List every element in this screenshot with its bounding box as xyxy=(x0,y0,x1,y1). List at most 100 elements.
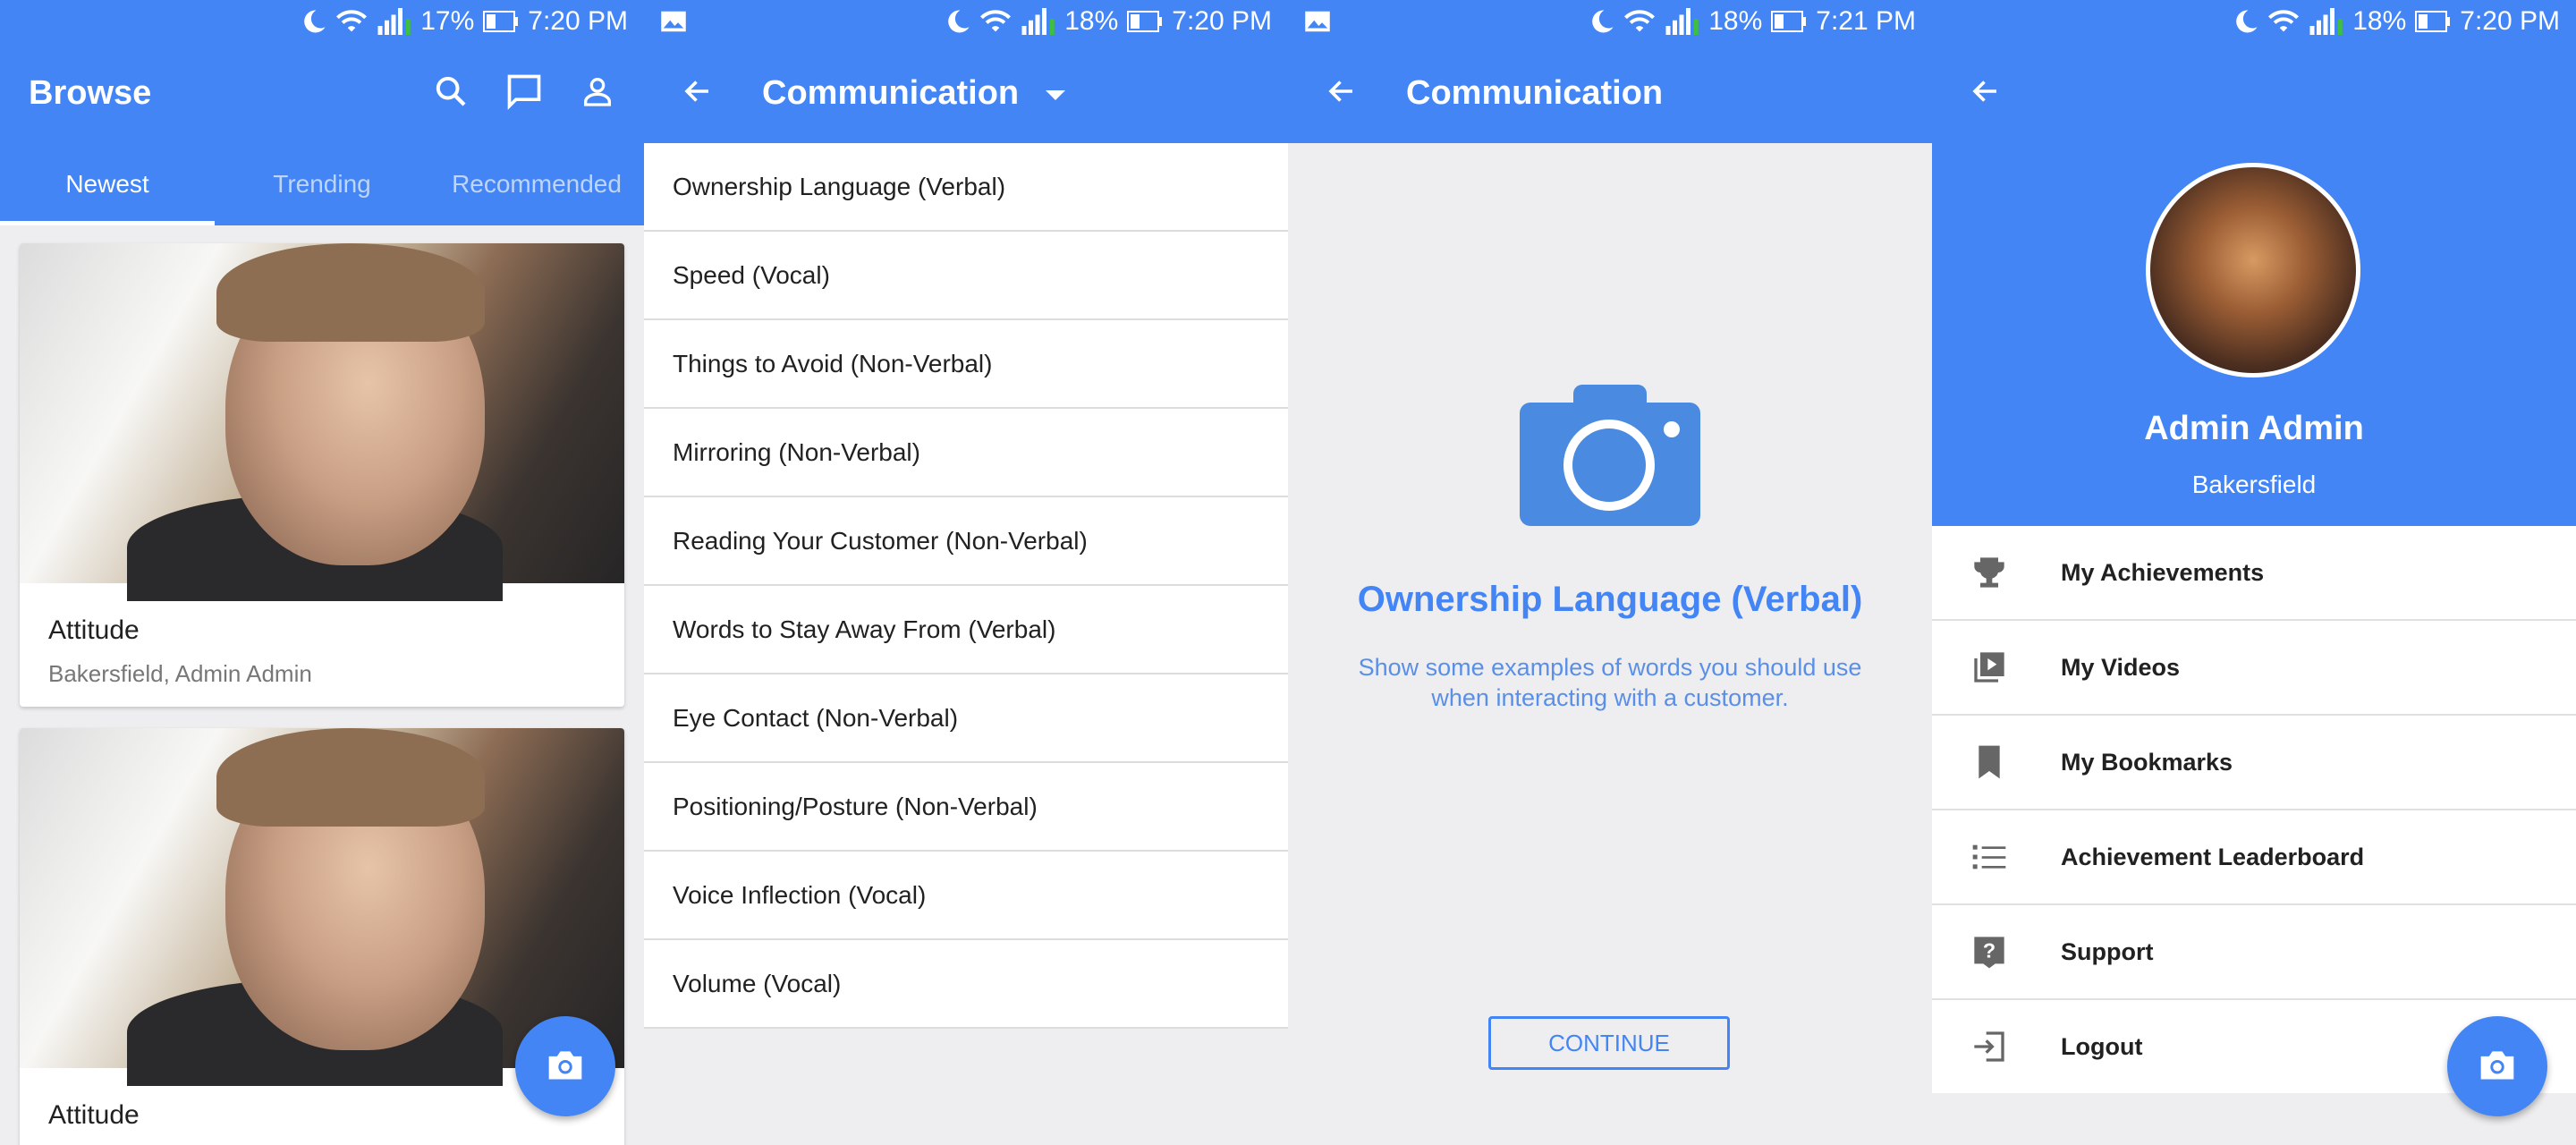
browse-screen: 17% 7:20 PM Browse Newest Trending Recom… xyxy=(0,0,644,1145)
bookmark-icon xyxy=(1962,744,2016,780)
list-item[interactable]: Volume (Vocal) xyxy=(644,940,1288,1029)
battery-percent: 17% xyxy=(420,6,475,36)
page-title[interactable]: Communication xyxy=(762,74,1019,113)
status-time: 7:20 PM xyxy=(2460,6,2560,36)
arrow-back-icon xyxy=(1970,75,2002,112)
battery-icon xyxy=(2415,9,2451,34)
list-item[interactable]: Ownership Language (Verbal) xyxy=(644,143,1288,232)
camera-fab-button[interactable] xyxy=(515,1016,615,1116)
communication-list-screen: 18% 7:20 PM Communication Ownership Lang… xyxy=(644,0,1288,1145)
battery-percent: 18% xyxy=(1064,6,1119,36)
moon-icon xyxy=(945,8,971,35)
battery-icon xyxy=(483,9,519,34)
chat-icon[interactable] xyxy=(504,72,544,115)
signal-icon xyxy=(1020,8,1055,35)
empty-state: Ownership Language (Verbal) Show some ex… xyxy=(1288,385,1932,713)
menu-item-achievements[interactable]: My Achievements xyxy=(1932,526,2576,621)
battery-icon xyxy=(1127,9,1163,34)
battery-percent: 18% xyxy=(1708,6,1763,36)
chevron-down-icon[interactable] xyxy=(1046,89,1066,100)
back-button[interactable] xyxy=(669,64,726,122)
list-item[interactable]: Eye Contact (Non-Verbal) xyxy=(644,674,1288,763)
list-item[interactable]: Voice Inflection (Vocal) xyxy=(644,852,1288,940)
status-time: 7:20 PM xyxy=(528,6,628,36)
card-subtitle: Bakersfield, Admin Admin xyxy=(48,660,312,687)
app-bar: Communication xyxy=(644,43,1288,143)
camera-icon xyxy=(1520,385,1700,526)
status-bar: 17% 7:20 PM xyxy=(0,0,644,43)
profile-name: Admin Admin xyxy=(2144,410,2364,447)
app-bar: Communication xyxy=(1288,43,1932,143)
trophy-icon xyxy=(1962,555,2016,590)
back-button[interactable] xyxy=(1957,64,2014,122)
signal-icon xyxy=(376,8,411,35)
wifi-icon xyxy=(1624,8,1656,35)
arrow-back-icon xyxy=(682,75,714,112)
profile-header: Admin Admin Bakersfield xyxy=(1932,43,2576,526)
battery-percent: 18% xyxy=(2352,6,2407,36)
list-item[interactable]: Words to Stay Away From (Verbal) xyxy=(644,586,1288,674)
person-icon[interactable] xyxy=(580,73,615,114)
status-time: 7:20 PM xyxy=(1172,6,1272,36)
continue-button[interactable]: CONTINUE xyxy=(1488,1016,1730,1070)
tab-trending[interactable]: Trending xyxy=(215,143,429,225)
app-bar: Browse xyxy=(0,43,644,143)
profile-screen: 18% 7:20 PM Admin Admin Bakersfield My A… xyxy=(1932,0,2576,1145)
page-title: Browse xyxy=(29,73,152,112)
video-card[interactable]: Attitude Bakersfield, Admin Admin xyxy=(20,243,624,707)
status-bar: 18% 7:20 PM xyxy=(644,0,1288,43)
list-item[interactable]: Positioning/Posture (Non-Verbal) xyxy=(644,763,1288,852)
wifi-icon xyxy=(980,8,1012,35)
video-library-icon xyxy=(1962,649,2016,685)
moon-icon xyxy=(1589,8,1615,35)
moon-icon xyxy=(301,8,327,35)
list-item[interactable]: Mirroring (Non-Verbal) xyxy=(644,409,1288,497)
menu-item-bookmarks[interactable]: My Bookmarks xyxy=(1932,716,2576,810)
menu-item-label: Support xyxy=(2061,937,2154,965)
back-button[interactable] xyxy=(1313,64,1370,122)
battery-icon xyxy=(1771,9,1807,34)
topic-detail-screen: 18% 7:21 PM Communication Ownership Lang… xyxy=(1288,0,1932,1145)
image-notification-icon xyxy=(1304,10,1331,33)
list-item[interactable]: Speed (Vocal) xyxy=(644,232,1288,320)
menu-item-label: Logout xyxy=(2061,1032,2143,1060)
camera-icon xyxy=(546,1047,585,1087)
camera-fab-button[interactable] xyxy=(2447,1016,2547,1116)
logout-icon xyxy=(1962,1029,2016,1064)
menu-item-label: Achievement Leaderboard xyxy=(2061,843,2365,870)
svg-text:?: ? xyxy=(1983,939,1996,963)
wifi-icon xyxy=(336,8,368,35)
topic-list: Ownership Language (Verbal) Speed (Vocal… xyxy=(644,143,1288,1029)
profile-menu: My Achievements My Videos My Bookmarks A… xyxy=(1932,526,2576,1093)
menu-item-label: My Videos xyxy=(2061,653,2181,681)
search-icon[interactable] xyxy=(433,73,469,114)
list-item[interactable]: Reading Your Customer (Non-Verbal) xyxy=(644,497,1288,586)
video-thumbnail xyxy=(20,728,624,1086)
list-icon xyxy=(1962,841,2016,873)
signal-icon xyxy=(1664,8,1699,35)
status-time: 7:21 PM xyxy=(1816,6,1916,36)
avatar xyxy=(2146,163,2360,377)
menu-item-label: My Achievements xyxy=(2061,558,2265,586)
tab-bar: Newest Trending Recommended xyxy=(0,143,644,225)
status-bar: 18% 7:21 PM xyxy=(1288,0,1932,43)
video-thumbnail xyxy=(20,243,624,601)
menu-item-support[interactable]: ? Support xyxy=(1932,905,2576,1000)
arrow-back-icon xyxy=(1326,75,1358,112)
tab-newest[interactable]: Newest xyxy=(0,143,215,225)
camera-icon xyxy=(2478,1047,2517,1087)
signal-icon xyxy=(2308,8,2343,35)
topic-headline: Ownership Language (Verbal) xyxy=(1357,580,1863,619)
page-title: Communication xyxy=(1406,73,1664,112)
moon-icon xyxy=(2233,8,2259,35)
wifi-icon xyxy=(2268,8,2300,35)
list-item[interactable]: Things to Avoid (Non-Verbal) xyxy=(644,320,1288,409)
help-icon: ? xyxy=(1962,934,2016,970)
tab-recommended[interactable]: Recommended xyxy=(429,143,644,225)
menu-item-leaderboard[interactable]: Achievement Leaderboard xyxy=(1932,810,2576,905)
image-notification-icon xyxy=(660,10,687,33)
menu-item-videos[interactable]: My Videos xyxy=(1932,621,2576,716)
profile-location: Bakersfield xyxy=(2191,471,2317,498)
topic-description: Show some examples of words you should u… xyxy=(1358,654,1862,711)
status-bar: 18% 7:20 PM xyxy=(1932,0,2576,43)
